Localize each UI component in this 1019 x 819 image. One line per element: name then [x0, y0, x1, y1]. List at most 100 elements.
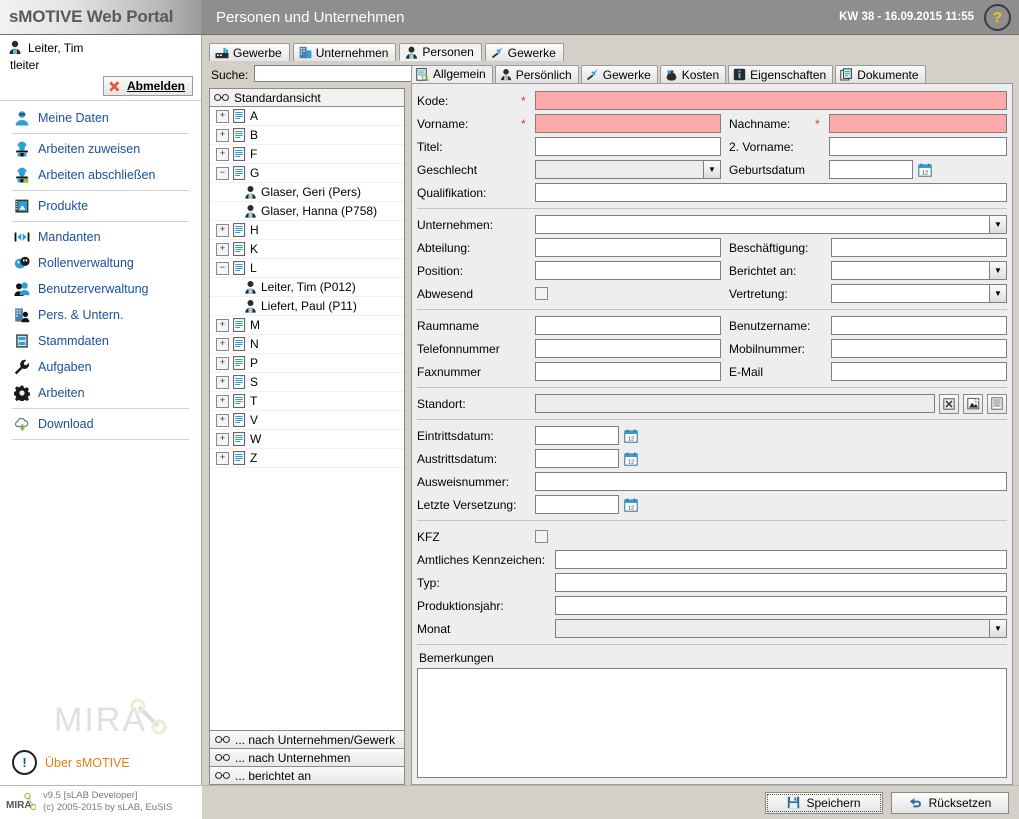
tree-row[interactable]: + F — [210, 145, 404, 164]
sidebar-item-mandanten[interactable]: Mandanten — [0, 224, 201, 250]
expand-icon[interactable]: + — [216, 451, 229, 465]
view-berichtet-an-button[interactable]: ... berichtet an — [209, 766, 405, 785]
tree-row[interactable]: + K — [210, 240, 404, 259]
save-button[interactable]: Speichern — [765, 791, 883, 814]
chevron-down-icon[interactable]: ▼ — [990, 261, 1007, 280]
tab-allgemein[interactable]: Allgemein — [411, 65, 493, 83]
tab-dokumente[interactable]: Dokumente — [835, 65, 926, 83]
kode-input[interactable] — [535, 91, 1007, 110]
chevron-down-icon[interactable]: ▼ — [990, 284, 1007, 303]
kfz-checkbox[interactable] — [535, 530, 548, 543]
standort-clear-button[interactable] — [939, 393, 959, 414]
calendar-icon[interactable]: 12 — [624, 498, 638, 512]
tree-row[interactable]: + T — [210, 392, 404, 411]
geburtsdatum-input[interactable] — [829, 160, 913, 179]
sidebar-item-stammdaten[interactable]: Stammdaten — [0, 328, 201, 354]
tab-unternehmen[interactable]: Unternehmen — [292, 43, 397, 61]
eintrittsdatum-input[interactable] — [535, 426, 619, 445]
mobilnummer-input[interactable] — [831, 339, 1007, 358]
tree-row[interactable]: + Z — [210, 449, 404, 468]
sidebar-item-produkte[interactable]: Produkte — [0, 193, 201, 219]
expand-icon[interactable]: + — [216, 375, 229, 389]
tree-row[interactable]: + H — [210, 221, 404, 240]
sidebar-item-aufgaben[interactable]: Aufgaben — [0, 354, 201, 380]
calendar-icon[interactable]: 12 — [918, 163, 932, 177]
calendar-icon[interactable]: 12 — [624, 429, 638, 443]
kennzeichen-input[interactable] — [555, 550, 1007, 569]
tree-row[interactable]: + W — [210, 430, 404, 449]
tab-gewerke[interactable]: Gewerke — [484, 43, 564, 61]
sidebar-item-arbeiten-zuweisen[interactable]: Arbeiten zuweisen — [0, 136, 201, 162]
expand-icon[interactable]: + — [216, 337, 229, 351]
vorname-input[interactable] — [535, 114, 721, 133]
benutzername-input[interactable] — [831, 316, 1007, 335]
abteilung-input[interactable] — [535, 238, 721, 257]
sidebar-item-rollenverwaltung[interactable]: Rollenverwaltung — [0, 250, 201, 276]
view-by-unternehmen-gewerk-button[interactable]: ... nach Unternehmen/Gewerk — [209, 730, 405, 749]
tree-row[interactable]: + P — [210, 354, 404, 373]
expand-icon[interactable]: + — [216, 356, 229, 370]
chevron-down-icon[interactable]: ▼ — [704, 160, 721, 179]
collapse-icon[interactable]: − — [216, 261, 229, 275]
faxnummer-input[interactable] — [535, 362, 721, 381]
tab-persoenlich[interactable]: Persönlich — [494, 65, 579, 83]
monat-select[interactable]: ▼ — [555, 619, 1007, 638]
expand-icon[interactable]: + — [216, 242, 229, 256]
tab-gewerke-detail[interactable]: Gewerke — [580, 65, 658, 83]
beschaeftigung-input[interactable] — [831, 238, 1007, 257]
berichtet-an-select[interactable]: ▼ — [831, 261, 1007, 280]
tree-view[interactable]: + A + B + F − G Glaser, Geri (Pers) Glas… — [209, 107, 405, 731]
about-row[interactable]: ! Über sMOTIVE — [0, 742, 201, 785]
chevron-down-icon[interactable]: ▼ — [990, 215, 1007, 234]
expand-icon[interactable]: + — [216, 109, 229, 123]
vertretung-select[interactable]: ▼ — [831, 284, 1007, 303]
letzte-versetzung-input[interactable] — [535, 495, 619, 514]
sidebar-item-pers-untern[interactable]: Pers. & Untern. — [0, 302, 201, 328]
sidebar-item-benutzerverwaltung[interactable]: Benutzerverwaltung — [0, 276, 201, 302]
expand-icon[interactable]: + — [216, 128, 229, 142]
collapse-icon[interactable]: − — [216, 166, 229, 180]
austrittsdatum-input[interactable] — [535, 449, 619, 468]
vorname2-input[interactable] — [829, 137, 1007, 156]
tree-row[interactable]: + B — [210, 126, 404, 145]
tab-kosten[interactable]: Kosten — [659, 65, 727, 83]
geschlecht-select[interactable]: ▼ — [535, 160, 721, 179]
unternehmen-select[interactable]: ▼ — [535, 215, 1007, 234]
tree-row[interactable]: Leiter, Tim (P012) — [210, 278, 404, 297]
sidebar-item-arbeiten[interactable]: Arbeiten — [0, 380, 201, 406]
tree-row[interactable]: − G — [210, 164, 404, 183]
sidebar-item-meine-daten[interactable]: Meine Daten — [0, 105, 201, 131]
expand-icon[interactable]: + — [216, 413, 229, 427]
expand-icon[interactable]: + — [216, 318, 229, 332]
expand-icon[interactable]: + — [216, 147, 229, 161]
abwesend-checkbox[interactable] — [535, 287, 548, 300]
search-input[interactable] — [254, 65, 418, 82]
email-input[interactable] — [831, 362, 1007, 381]
position-input[interactable] — [535, 261, 721, 280]
raumname-input[interactable] — [535, 316, 721, 335]
sidebar-item-arbeiten-abschliessen[interactable]: Arbeiten abschließen — [0, 162, 201, 188]
tab-gewerbe[interactable]: Gewerbe — [209, 43, 290, 61]
expand-icon[interactable]: + — [216, 223, 229, 237]
tree-row[interactable]: + A — [210, 107, 404, 126]
tree-row[interactable]: + M — [210, 316, 404, 335]
titel-input[interactable] — [535, 137, 721, 156]
tree-row[interactable]: + V — [210, 411, 404, 430]
produktionsjahr-input[interactable] — [555, 596, 1007, 615]
tree-row[interactable]: Glaser, Hanna (P758) — [210, 202, 404, 221]
view-by-unternehmen-button[interactable]: ... nach Unternehmen — [209, 748, 405, 767]
expand-icon[interactable]: + — [216, 432, 229, 446]
bemerkungen-textarea[interactable] — [417, 668, 1007, 778]
nachname-input[interactable] — [829, 114, 1007, 133]
calendar-icon[interactable]: 12 — [624, 452, 638, 466]
help-icon[interactable]: ? — [984, 3, 1011, 31]
sidebar-item-download[interactable]: Download — [0, 411, 201, 437]
standort-list-button[interactable] — [987, 393, 1007, 414]
tree-row[interactable]: − L — [210, 259, 404, 278]
standort-input[interactable] — [535, 394, 935, 413]
telefonnummer-input[interactable] — [535, 339, 721, 358]
qualifikation-input[interactable] — [535, 183, 1007, 202]
tree-row[interactable]: Liefert, Paul (P11) — [210, 297, 404, 316]
chevron-down-icon[interactable]: ▼ — [990, 619, 1007, 638]
typ-input[interactable] — [555, 573, 1007, 592]
